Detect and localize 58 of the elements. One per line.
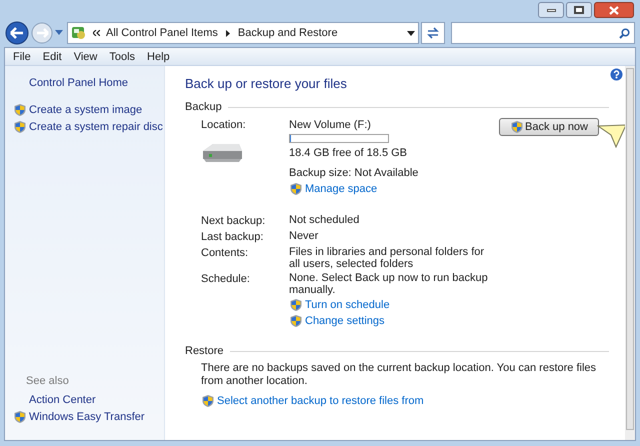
link[interactable]: Change settings bbox=[289, 314, 489, 328]
chevron-icon bbox=[93, 30, 100, 36]
dropdown-icon[interactable] bbox=[407, 30, 415, 36]
field-label: Location: bbox=[201, 118, 247, 132]
close-button[interactable] bbox=[594, 2, 634, 18]
breadcrumb[interactable]: All Control Panel Items bbox=[106, 26, 218, 40]
scrollbar[interactable] bbox=[625, 66, 635, 440]
field-label: Next backup: bbox=[201, 214, 266, 228]
back-up-now-button[interactable]: Back up now bbox=[499, 118, 599, 136]
refresh-icon bbox=[426, 27, 440, 39]
pointer-arrow-icon bbox=[597, 124, 627, 148]
search-icon bbox=[619, 28, 630, 38]
refresh-button[interactable] bbox=[421, 22, 445, 44]
field-value: None. Select Back up now to run backup manually. bbox=[289, 272, 489, 296]
link[interactable]: Windows Easy Transfer bbox=[5, 410, 164, 424]
address-bar[interactable]: All Control Panel Items Backup and Restore bbox=[67, 22, 419, 44]
menu-item[interactable]: View bbox=[74, 50, 98, 64]
menu-item[interactable]: File bbox=[13, 50, 31, 64]
shield-icon bbox=[289, 182, 303, 196]
menu-item[interactable]: Tools bbox=[109, 50, 136, 64]
section-heading: Backup bbox=[185, 100, 222, 114]
help-icon[interactable] bbox=[610, 68, 623, 81]
location-value: New Volume (F:) bbox=[289, 118, 372, 132]
page-title: Back up or restore your files bbox=[185, 76, 348, 92]
shield-icon bbox=[289, 314, 303, 328]
menu-item[interactable]: Edit bbox=[42, 50, 62, 64]
back-button[interactable] bbox=[5, 21, 29, 45]
breadcrumb[interactable]: Backup and Restore bbox=[238, 26, 338, 40]
link[interactable]: Create a system repair disc bbox=[5, 120, 164, 134]
link[interactable]: Turn on schedule bbox=[289, 298, 489, 312]
shield-icon bbox=[201, 394, 215, 408]
maximize-button[interactable] bbox=[566, 2, 592, 18]
link[interactable]: Select another backup to restore files from bbox=[201, 394, 424, 408]
backup-size-text: Backup size: Not Available bbox=[289, 166, 418, 180]
shield-icon bbox=[289, 298, 303, 312]
minimize-button[interactable] bbox=[538, 2, 564, 18]
free-space-text: 18.4 GB free of 18.5 GB bbox=[289, 146, 408, 160]
restore-message: There are no backups saved on the current backup location. You can restore files from another location. bbox=[200, 362, 598, 388]
hard-drive-icon bbox=[201, 142, 243, 164]
field-value: Never bbox=[289, 230, 320, 242]
menu-item[interactable]: Help bbox=[147, 50, 170, 64]
field-label: Contents: bbox=[201, 246, 250, 261]
separator-icon bbox=[226, 30, 230, 36]
field-label: Last backup: bbox=[201, 230, 264, 244]
close-icon bbox=[609, 6, 619, 14]
field-label: Schedule: bbox=[201, 272, 251, 287]
search-field[interactable] bbox=[451, 22, 635, 44]
see-also-heading: See also bbox=[25, 374, 70, 388]
shield-icon bbox=[510, 120, 524, 134]
link[interactable]: Control Panel Home bbox=[5, 76, 164, 90]
section-heading: Restore bbox=[185, 344, 224, 358]
link[interactable]: Action Center bbox=[5, 393, 164, 407]
link[interactable]: Create a system image bbox=[5, 103, 164, 117]
control-panel-icon bbox=[71, 25, 87, 41]
field-value: Files in libraries and personal folders for all users, selected folders bbox=[289, 246, 486, 270]
link[interactable]: Manage space bbox=[289, 182, 378, 196]
field-value: Not scheduled bbox=[289, 214, 360, 226]
history-dropdown-icon[interactable] bbox=[55, 30, 63, 36]
